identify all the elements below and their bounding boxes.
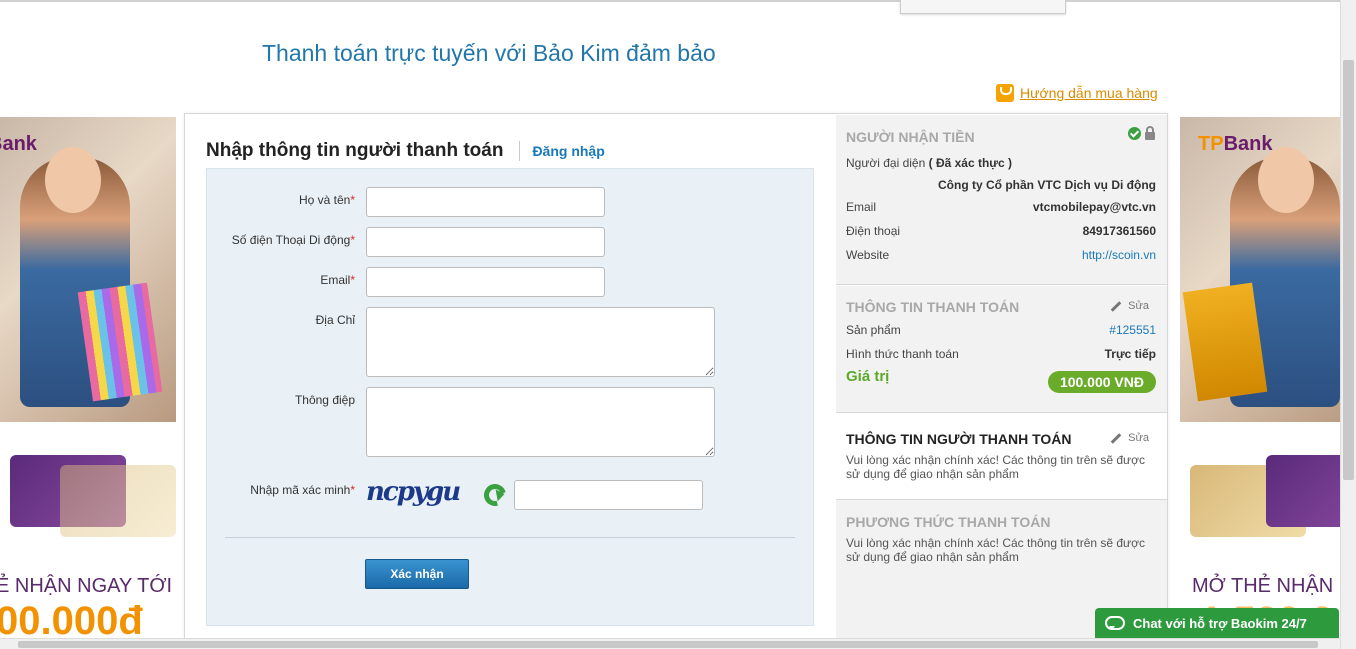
receiver-email-row: Email vtcmobilepay@vtc.vn — [846, 200, 1156, 214]
price-badge: 100.000 VNĐ — [1047, 371, 1156, 393]
header-divider — [519, 141, 521, 161]
confirm-button[interactable]: Xác nhận — [365, 559, 469, 589]
pencil-icon — [1110, 300, 1122, 312]
vertical-scroll-thumb[interactable] — [1343, 60, 1354, 480]
checkout-panel: Nhập thông tin người thanh toán Đăng nhậ… — [184, 113, 1168, 643]
fullname-row: Họ và tên* — [207, 187, 605, 217]
payment-method-title: PHƯƠNG THỨC THANH TOÁN — [846, 514, 1051, 530]
purchase-guide[interactable]: Hướng dẫn mua hàng — [996, 84, 1158, 102]
banner-photo — [0, 117, 176, 422]
message-label: Thông điệp — [294, 393, 355, 407]
receiver-website-row: Website http://scoin.vn — [846, 248, 1156, 262]
product-row: Sản phẩm #125551 — [846, 323, 1156, 337]
payer-form: Họ và tên* Số điện Thoại Di động* Email*… — [206, 168, 814, 626]
support-chat-button[interactable]: Chat với hỗ trợ Baokim 24/7 — [1095, 608, 1339, 638]
credit-card-image — [60, 465, 176, 537]
left-ad-banner[interactable]: Bank Ẻ NHẬN NGAY TỚI 00.000đ — [0, 117, 176, 647]
shopping-bag-image — [77, 282, 163, 402]
chat-label: Chat với hỗ trợ Baokim 24/7 — [1133, 615, 1307, 631]
payer-info-title: THÔNG TIN NGƯỜI THANH TOÁN — [846, 431, 1072, 447]
representative: Người đại diện ( Đã xác thực ) — [846, 156, 1013, 170]
address-row: Địa Chỉ — [207, 307, 715, 380]
lock-icon — [1145, 125, 1155, 140]
address-label: Địa Chỉ — [315, 313, 355, 327]
payment-method-row: Hình thức thanh toán Trực tiếp — [846, 347, 1156, 361]
email-label: Email* — [320, 273, 355, 287]
order-summary: NGƯỜI NHẬN TIỀN Người đại diện ( Đã xác … — [836, 115, 1167, 642]
payer-info-section: THÔNG TIN NGƯỜI THANH TOÁN Sửa Vui lòng … — [836, 413, 1167, 500]
phone-input[interactable] — [366, 227, 605, 257]
email-input[interactable] — [366, 267, 605, 297]
verified-check-icon — [1128, 127, 1141, 140]
credit-cards-image — [0, 447, 176, 537]
email-row: Email* — [207, 267, 605, 297]
right-ad-banner[interactable]: TPBank MỞ THẺ NHẬN NG 1.500.0 — [1180, 117, 1356, 647]
phone-row: Số điện Thoại Di động* — [207, 227, 605, 257]
fullname-label: Họ và tên* — [298, 193, 355, 207]
form-header: Nhập thông tin người thanh toán Đăng nhậ… — [206, 140, 605, 162]
receiver-title: NGƯỜI NHẬN TIỀN — [846, 129, 975, 145]
receiver-section: NGƯỜI NHẬN TIỀN Người đại diện ( Đã xác … — [836, 115, 1167, 285]
page-title: Thanh toán trực tuyến với Bảo Kim đảm bả… — [262, 40, 716, 66]
message-row: Thông điệp — [207, 387, 715, 460]
banner-promo-text: Ẻ NHẬN NGAY TỚI — [0, 575, 173, 597]
fullname-input[interactable] — [366, 187, 605, 217]
horizontal-scrollbar[interactable] — [0, 638, 1340, 649]
message-textarea[interactable] — [366, 387, 715, 457]
payer-info-note: Vui lòng xác nhận chính xác! Các thông t… — [846, 453, 1145, 481]
chat-bubble-icon — [1105, 616, 1125, 630]
horizontal-scroll-thumb[interactable] — [18, 641, 1318, 648]
edit-payment-info[interactable]: Sửa — [1110, 300, 1149, 312]
payment-method-note: Vui lòng xác nhận chính xác! Các thông t… — [846, 536, 1145, 564]
pencil-icon — [1110, 432, 1122, 444]
receiver-phone-row: Điện thoại 84917361560 — [846, 224, 1156, 238]
shopping-bag-icon — [996, 84, 1014, 102]
verified-icons — [1128, 125, 1155, 140]
captcha-row: Nhập mã xác minh* ncpygu — [207, 477, 703, 513]
credit-cards-image — [1180, 447, 1356, 537]
phone-label: Số điện Thoại Di động* — [231, 233, 355, 247]
login-link[interactable]: Đăng nhập — [532, 143, 604, 159]
banner-photo — [1180, 117, 1356, 422]
form-title: Nhập thông tin người thanh toán — [206, 140, 504, 161]
banner-promo-text: MỞ THẺ NHẬN NG — [1192, 575, 1356, 597]
captcha-label: Nhập mã xác minh* — [250, 483, 355, 497]
purchase-guide-link[interactable]: Hướng dẫn mua hàng — [1020, 85, 1158, 101]
value-label: Giá trị — [846, 368, 890, 385]
edit-payer-info[interactable]: Sửa — [1110, 432, 1149, 444]
vertical-scrollbar[interactable] — [1340, 0, 1356, 649]
banner-face-image — [45, 147, 101, 213]
payment-info-title: THÔNG TIN THANH TOÁN — [846, 299, 1020, 315]
captcha-input[interactable] — [514, 480, 703, 510]
payment-info-section: THÔNG TIN THANH TOÁN Sửa Sản phẩm #125551… — [836, 285, 1167, 413]
website-link[interactable]: http://scoin.vn — [1082, 248, 1156, 262]
banner-brand: Bank — [0, 133, 37, 155]
top-dropdown-tab[interactable] — [900, 0, 1066, 14]
banner-face-image — [1258, 147, 1314, 213]
browser-top-edge — [0, 0, 1356, 2]
address-textarea[interactable] — [366, 307, 715, 377]
captcha-image: ncpygu — [366, 477, 461, 507]
banner-brand: TPBank — [1198, 133, 1273, 155]
shopping-bag-image — [1182, 282, 1268, 402]
refresh-icon[interactable] — [479, 479, 511, 511]
company-name: Công ty Cổ phần VTC Dịch vụ Di động — [938, 178, 1156, 192]
form-divider — [225, 537, 795, 538]
